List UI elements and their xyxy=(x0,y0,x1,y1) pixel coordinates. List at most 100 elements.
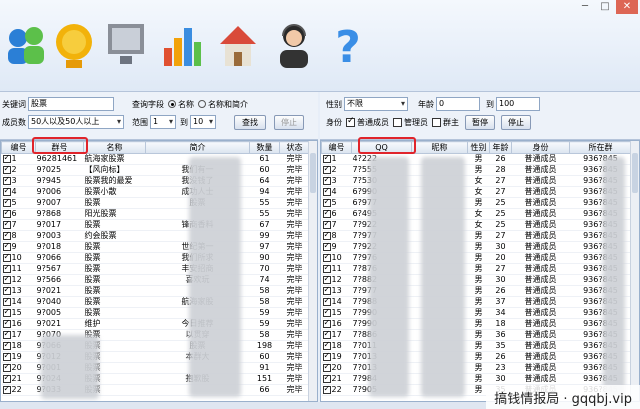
table-row[interactable]: 157?990男34普通成员936?845 xyxy=(321,307,632,319)
table-row[interactable]: 77?922女25普通成员936?845 xyxy=(321,219,632,231)
right-col-header-2[interactable]: 昵称 xyxy=(411,141,468,154)
table-row[interactable]: 207?013男23普通成员936?845 xyxy=(321,362,632,374)
bar-chart-icon[interactable] xyxy=(160,14,204,74)
row-checkbox[interactable] xyxy=(322,209,331,218)
table-row[interactable]: 56?977男25普通成员936?845 xyxy=(321,197,632,209)
row-checkbox[interactable] xyxy=(322,253,331,262)
table-row[interactable]: 13 9?021股票 58完毕 xyxy=(1,285,310,297)
row-checkbox[interactable] xyxy=(322,385,331,394)
radio-name-intro[interactable] xyxy=(198,100,206,108)
help-icon[interactable]: ? xyxy=(326,14,370,74)
right-col-header-4[interactable]: 年龄 xyxy=(489,141,512,154)
close-icon[interactable]: ✕ xyxy=(616,0,638,14)
row-checkbox[interactable] xyxy=(322,286,331,295)
coin-icon[interactable] xyxy=(52,14,96,74)
row-checkbox[interactable] xyxy=(322,220,331,229)
row-checkbox[interactable] xyxy=(2,198,11,207)
row-checkbox[interactable] xyxy=(2,242,11,251)
row-checkbox[interactable] xyxy=(322,297,331,306)
stop-button-right[interactable]: 停止 xyxy=(501,114,531,130)
table-row[interactable]: 27?555男28普通成员936?845 xyxy=(321,164,632,176)
left-col-header-3[interactable]: 简介 xyxy=(145,141,250,154)
right-col-header-0[interactable]: 编号 xyxy=(321,141,352,154)
table-row[interactable]: 197?013男26普通成员936?845 xyxy=(321,351,632,363)
row-checkbox[interactable] xyxy=(2,330,11,339)
row-checkbox[interactable] xyxy=(2,352,11,361)
normal-member-checkbox[interactable] xyxy=(346,116,355,127)
table-row[interactable]: 117?876男27普通成员936?845 xyxy=(321,263,632,275)
table-row[interactable]: 1 96281461航海家股票 61完毕 xyxy=(1,153,310,165)
row-checkbox[interactable] xyxy=(2,264,11,273)
row-checkbox[interactable] xyxy=(322,308,331,317)
table-row[interactable]: 49?006股票小散成功人士94完毕 xyxy=(1,186,310,198)
row-checkbox[interactable] xyxy=(322,319,331,328)
left-scrollbar[interactable] xyxy=(308,141,317,401)
row-checkbox[interactable] xyxy=(2,297,11,306)
table-row[interactable]: 107?976男20普通成员936?845 xyxy=(321,252,632,264)
monitor-icon[interactable] xyxy=(104,14,148,74)
table-row[interactable]: 59?007股票股票55完毕 xyxy=(1,197,310,209)
row-checkbox[interactable] xyxy=(2,220,11,229)
table-row[interactable]: 127?882男30普通成员936?845 xyxy=(321,274,632,286)
table-row[interactable]: 187?011男35普通成员936?845 xyxy=(321,340,632,352)
row-checkbox[interactable] xyxy=(2,374,11,383)
row-checkbox[interactable] xyxy=(2,341,11,350)
table-row[interactable]: 167?990男18普通成员936?845 xyxy=(321,318,632,330)
table-row[interactable]: 8 9?003约会股票 99完毕 xyxy=(1,230,310,242)
left-col-header-0[interactable]: 编号 xyxy=(1,141,36,154)
stop-button-left[interactable]: 停止 xyxy=(274,114,304,130)
row-checkbox[interactable] xyxy=(322,154,331,163)
members-select[interactable]: 50人以及50人以上 xyxy=(28,115,124,129)
row-checkbox[interactable] xyxy=(322,176,331,185)
row-checkbox[interactable] xyxy=(2,385,11,394)
table-row[interactable]: 15 9?005股票 59完毕 xyxy=(1,307,310,319)
row-checkbox[interactable] xyxy=(322,275,331,284)
row-checkbox[interactable] xyxy=(2,363,11,372)
row-checkbox[interactable] xyxy=(322,363,331,372)
row-checkbox[interactable] xyxy=(2,231,11,240)
support-agent-icon[interactable] xyxy=(272,14,316,74)
table-row[interactable]: 14?222男26普通成员936?845 xyxy=(321,153,632,165)
owner-checkbox[interactable] xyxy=(432,117,441,127)
table-row[interactable]: 137?977男26普通成员936?845 xyxy=(321,285,632,297)
row-checkbox[interactable] xyxy=(322,242,331,251)
radio-name[interactable] xyxy=(168,100,176,108)
row-checkbox[interactable] xyxy=(322,374,331,383)
maximize-icon[interactable]: □ xyxy=(596,0,614,14)
row-checkbox[interactable] xyxy=(322,330,331,339)
row-checkbox[interactable] xyxy=(2,286,11,295)
table-row[interactable]: 39?945股票我的最爱我没钱了64完毕 xyxy=(1,175,310,187)
row-checkbox[interactable] xyxy=(2,165,11,174)
table-row[interactable]: 109?066股票我们所求90完毕 xyxy=(1,252,310,264)
table-row[interactable]: 66?495女25普通成员936?845 xyxy=(321,208,632,220)
row-checkbox[interactable] xyxy=(322,187,331,196)
left-col-header-2[interactable]: 名称 xyxy=(83,141,146,154)
gender-select[interactable]: 不限 xyxy=(344,97,408,111)
pause-button[interactable]: 暂停 xyxy=(465,114,495,130)
table-row[interactable]: 79?017股票锋商香料67完毕 xyxy=(1,219,310,231)
table-row[interactable]: 97?922男30普通成员936?845 xyxy=(321,241,632,253)
range-to-select[interactable]: 10 xyxy=(190,115,216,129)
right-scrollbar[interactable] xyxy=(630,141,639,401)
minimize-icon[interactable]: ─ xyxy=(576,0,594,14)
table-row[interactable]: 29?025【风向标】我们有一60完毕 xyxy=(1,164,310,176)
row-checkbox[interactable] xyxy=(2,154,11,163)
left-col-header-4[interactable]: 数量 xyxy=(249,141,280,154)
table-row[interactable]: 46?990女27普通成员936?845 xyxy=(321,186,632,198)
row-checkbox[interactable] xyxy=(2,253,11,262)
range-from-select[interactable]: 1 xyxy=(150,115,176,129)
row-checkbox[interactable] xyxy=(322,352,331,361)
table-row[interactable]: 149?040股票航海家股58完毕 xyxy=(1,296,310,308)
table-row[interactable]: 6 9?868阳光股票 55完毕 xyxy=(1,208,310,220)
row-checkbox[interactable] xyxy=(322,264,331,273)
right-col-header-5[interactable]: 身份 xyxy=(511,141,570,154)
users-icon[interactable] xyxy=(4,14,48,74)
row-checkbox[interactable] xyxy=(2,187,11,196)
left-col-header-5[interactable]: 状态 xyxy=(279,141,310,154)
table-row[interactable]: 37?530女27普通成员936?845 xyxy=(321,175,632,187)
right-col-header-6[interactable]: 所在群 xyxy=(569,141,632,154)
table-row[interactable]: 87?977男27普通成员936?845 xyxy=(321,230,632,242)
age-to-input[interactable]: 100 xyxy=(496,97,540,111)
row-checkbox[interactable] xyxy=(2,308,11,317)
row-checkbox[interactable] xyxy=(322,341,331,350)
